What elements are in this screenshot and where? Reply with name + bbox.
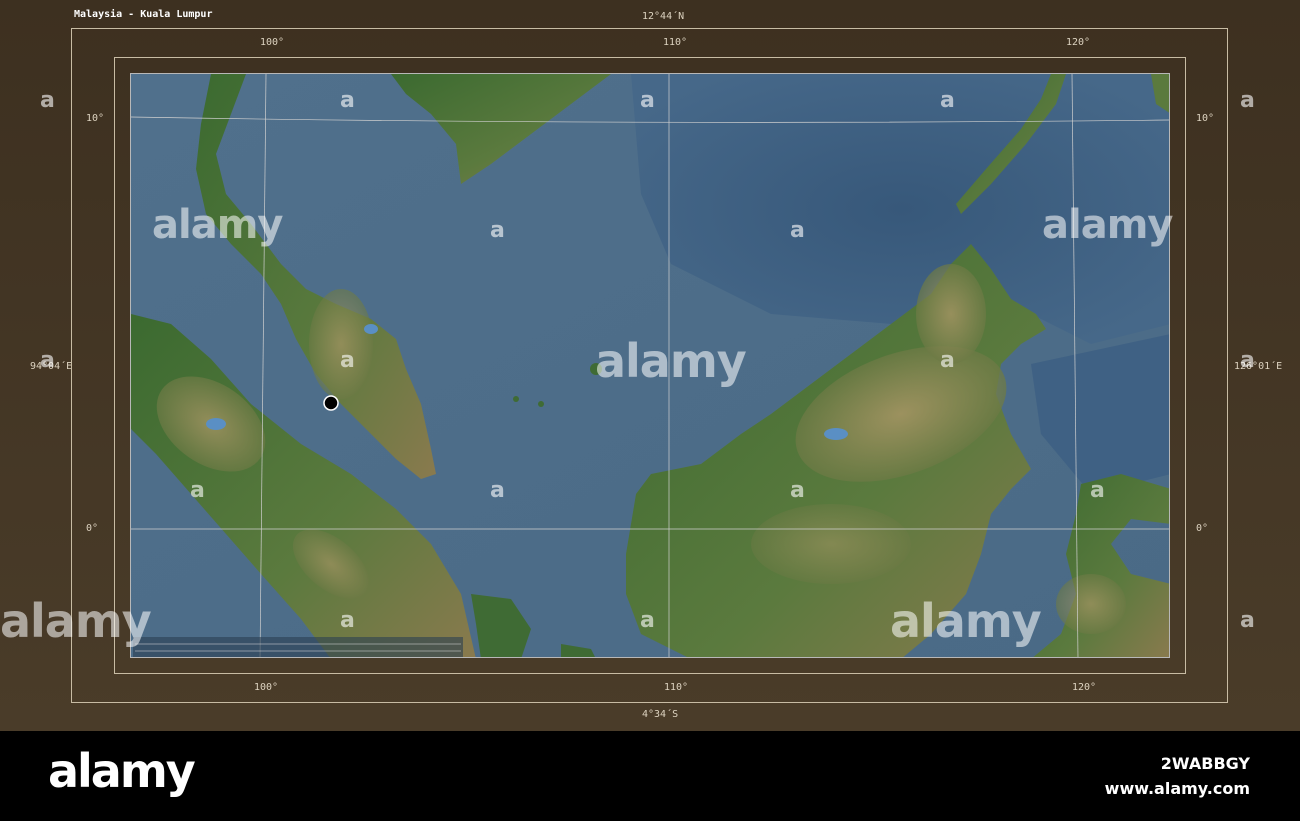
south-bound-label: 4°34´S bbox=[642, 709, 679, 720]
lon-label-top-100: 100° bbox=[260, 37, 285, 48]
watermark-glyph: a bbox=[940, 88, 955, 113]
lon-label-bottom-100: 100° bbox=[254, 682, 279, 693]
watermark-glyph: a bbox=[490, 478, 505, 503]
lake bbox=[364, 324, 378, 334]
kuala-lumpur-marker bbox=[323, 395, 339, 411]
footer-bar bbox=[0, 731, 1300, 821]
lon-label-bottom-120: 120° bbox=[1072, 682, 1097, 693]
page: Malaysia - Kuala Lumpur 12°44´N 4°34´S 9… bbox=[0, 0, 1300, 821]
scale-bar bbox=[133, 637, 463, 657]
watermark-glyph: a bbox=[790, 478, 805, 503]
watermark-glyph: a bbox=[340, 608, 355, 633]
watermark-glyph: a bbox=[640, 88, 655, 113]
lake bbox=[824, 428, 848, 440]
lake bbox=[206, 418, 226, 430]
brand-logo: alamy bbox=[48, 744, 196, 798]
watermark-glyph: a bbox=[1240, 608, 1255, 633]
watermark-glyph: a bbox=[340, 88, 355, 113]
watermark-glyph: a bbox=[790, 218, 805, 243]
borneo-south-highland bbox=[751, 504, 911, 584]
lon-label-top-110: 110° bbox=[663, 37, 688, 48]
north-bound-label: 12°44´N bbox=[642, 11, 685, 22]
watermark-glyph: a bbox=[340, 348, 355, 373]
map-title: Malaysia - Kuala Lumpur bbox=[74, 9, 213, 20]
lat-label-right-10: 10° bbox=[1196, 113, 1215, 124]
sulawesi-highland bbox=[1056, 574, 1126, 634]
image-id: 2WABBGY bbox=[1160, 754, 1250, 773]
watermark-glyph: a bbox=[1240, 348, 1255, 373]
watermark-glyph: a bbox=[940, 348, 955, 373]
watermark-glyph: a bbox=[490, 218, 505, 243]
watermark-alamy: alamy bbox=[0, 594, 152, 648]
site-url: www.alamy.com bbox=[1104, 779, 1250, 798]
island bbox=[513, 396, 519, 402]
watermark-alamy: alamy bbox=[152, 202, 283, 248]
watermark-glyph: a bbox=[640, 608, 655, 633]
watermark-alamy: alamy bbox=[890, 594, 1042, 648]
lon-label-top-120: 120° bbox=[1066, 37, 1091, 48]
watermark-glyph: a bbox=[190, 478, 205, 503]
island bbox=[538, 401, 544, 407]
lat-label-left-10: 10° bbox=[86, 113, 105, 124]
map-frame: Malaysia - Kuala Lumpur 12°44´N 4°34´S 9… bbox=[0, 0, 1300, 731]
watermark-glyph: a bbox=[1240, 88, 1255, 113]
watermark-glyph: a bbox=[40, 348, 55, 373]
watermark-alamy: alamy bbox=[595, 334, 747, 388]
watermark-glyph: a bbox=[40, 88, 55, 113]
watermark-alamy: alamy bbox=[1042, 202, 1173, 248]
lon-label-bottom-110: 110° bbox=[664, 682, 689, 693]
lat-label-right-0: 0° bbox=[1196, 523, 1209, 534]
watermark-glyph: a bbox=[1090, 478, 1105, 503]
lat-label-left-0: 0° bbox=[86, 523, 99, 534]
peninsula-highland bbox=[309, 289, 373, 399]
